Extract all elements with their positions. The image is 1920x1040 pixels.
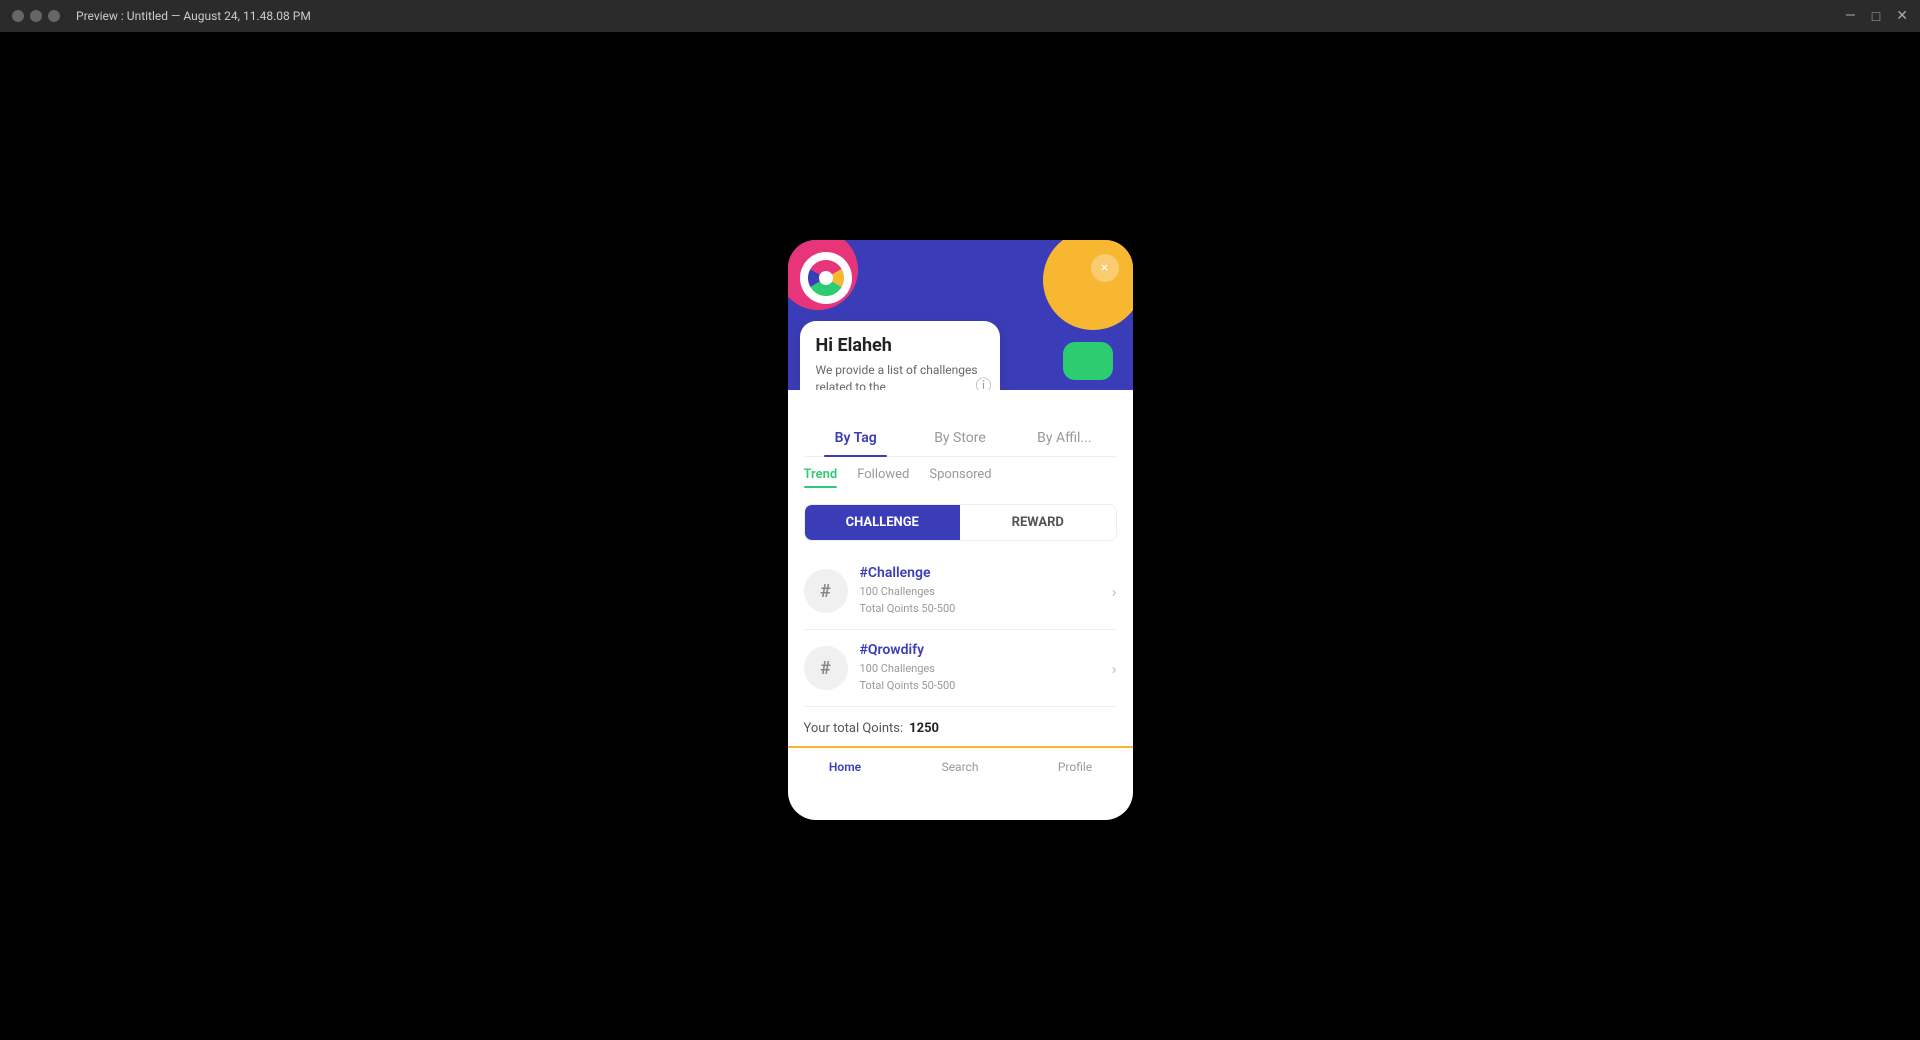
phone-modal: × Hi Elaheh We provide a list of challen… bbox=[788, 240, 1133, 820]
maximize-button[interactable]: □ bbox=[1872, 8, 1880, 25]
window-close-button[interactable]: ✕ bbox=[1896, 8, 1908, 24]
title-bar-controls bbox=[12, 10, 60, 22]
total-qoints-value: 1250 bbox=[909, 721, 939, 736]
subtab-followed[interactable]: Followed bbox=[857, 467, 909, 488]
title-dot-1 bbox=[12, 10, 24, 22]
main-content: By Tag By Store By Affil... Trend Follow… bbox=[788, 420, 1133, 746]
challenge-item-1[interactable]: # #Challenge 100 Challenges Total Qoints… bbox=[804, 553, 1117, 630]
title-bar-title: Preview : Untitled — August 24, 11.48.08… bbox=[76, 9, 311, 23]
minimize-button[interactable]: — bbox=[1845, 8, 1856, 24]
challenge-item-2[interactable]: # #Qrowdify 100 Challenges Total Qoints … bbox=[804, 630, 1117, 707]
challenge-name-1: #Challenge bbox=[860, 565, 1112, 581]
total-qoints-bar: Your total Qoints: 1250 bbox=[804, 707, 1117, 746]
greeting-title: Hi Elaheh bbox=[816, 335, 984, 356]
subtab-trend[interactable]: Trend bbox=[804, 467, 838, 488]
main-tabs: By Tag By Store By Affil... bbox=[804, 420, 1117, 457]
challenge-count-1: 100 Challenges bbox=[860, 584, 1112, 601]
bottom-nav: Home Search Profile bbox=[788, 746, 1133, 782]
toggle-challenge[interactable]: CHALLENGE bbox=[805, 505, 961, 540]
total-qoints-label: Your total Qoints: bbox=[804, 721, 904, 736]
title-bar-actions: — □ ✕ bbox=[1845, 0, 1908, 32]
banner-green-decoration bbox=[1063, 342, 1113, 380]
nav-home[interactable]: Home bbox=[788, 760, 903, 774]
sub-tabs: Trend Followed Sponsored bbox=[804, 457, 1117, 488]
nav-profile[interactable]: Profile bbox=[1018, 760, 1133, 774]
logo-icon bbox=[808, 260, 844, 296]
title-bar: Preview : Untitled — August 24, 11.48.08… bbox=[0, 0, 1920, 32]
title-dot-2 bbox=[30, 10, 42, 22]
logo-wrapper bbox=[808, 260, 844, 296]
challenge-qoints-2: Total Qoints 50-500 bbox=[860, 678, 1112, 695]
challenge-arrow-1: › bbox=[1112, 582, 1117, 601]
tabs-section: By Tag By Store By Affil... bbox=[804, 420, 1117, 457]
challenge-list: # #Challenge 100 Challenges Total Qoints… bbox=[804, 553, 1117, 707]
challenge-info-1: #Challenge 100 Challenges Total Qoints 5… bbox=[860, 565, 1112, 617]
challenge-info-2: #Qrowdify 100 Challenges Total Qoints 50… bbox=[860, 642, 1112, 694]
tab-by-affil[interactable]: By Affil... bbox=[1012, 420, 1116, 456]
greeting-card: Hi Elaheh We provide a list of challenge… bbox=[800, 321, 1000, 390]
app-logo bbox=[800, 252, 852, 304]
challenge-count-2: 100 Challenges bbox=[860, 661, 1112, 678]
modal-close-button[interactable]: × bbox=[1091, 254, 1119, 282]
title-dot-3 bbox=[48, 10, 60, 22]
toggle-group: CHALLENGE REWARD bbox=[804, 504, 1117, 541]
subtab-sponsored[interactable]: Sponsored bbox=[929, 467, 991, 488]
header-banner: × Hi Elaheh We provide a list of challen… bbox=[788, 240, 1133, 390]
info-icon[interactable]: ⓘ bbox=[975, 372, 991, 390]
nav-search[interactable]: Search bbox=[903, 760, 1018, 774]
challenge-name-2: #Qrowdify bbox=[860, 642, 1112, 658]
challenge-icon-1: # bbox=[804, 569, 848, 613]
tab-by-tag[interactable]: By Tag bbox=[804, 420, 908, 456]
tab-by-store[interactable]: By Store bbox=[908, 420, 1012, 456]
challenge-arrow-2: › bbox=[1112, 659, 1117, 678]
challenge-qoints-1: Total Qoints 50-500 bbox=[860, 601, 1112, 618]
greeting-text: We provide a list of challenges related … bbox=[816, 362, 984, 390]
challenge-icon-2: # bbox=[804, 646, 848, 690]
banner-yellow-decoration bbox=[1043, 240, 1133, 330]
toggle-reward[interactable]: REWARD bbox=[960, 505, 1116, 540]
